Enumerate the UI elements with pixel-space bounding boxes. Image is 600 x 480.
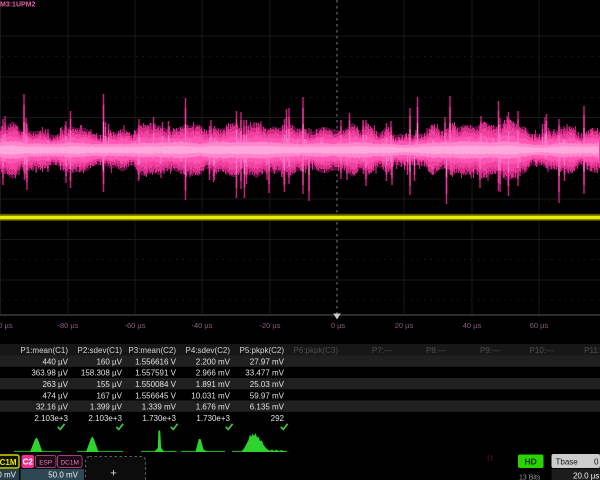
svg-text:P11:---: P11:--- [584, 346, 600, 355]
svg-text:40 µs: 40 µs [463, 321, 482, 330]
svg-text:2.103e+3: 2.103e+3 [34, 414, 68, 423]
svg-text:27.97 mV: 27.97 mV [250, 357, 285, 366]
svg-text:1.339 mV: 1.339 mV [142, 403, 177, 412]
svg-text:M3:1UPM2: M3:1UPM2 [0, 2, 36, 9]
svg-text:2.103e+3: 2.103e+3 [88, 414, 122, 423]
svg-text:P6:pkpk(C3): P6:pkpk(C3) [294, 346, 339, 355]
svg-text:P5:pkpk(C2): P5:pkpk(C2) [240, 346, 285, 355]
svg-text:155 µV: 155 µV [96, 380, 122, 389]
svg-text:10.031 mV: 10.031 mV [191, 391, 230, 400]
svg-text:P8:---: P8:--- [426, 346, 446, 355]
svg-text:HD: HD [525, 456, 537, 466]
svg-text:1.556616 V: 1.556616 V [135, 357, 177, 366]
svg-text:0 µs: 0 µs [331, 321, 346, 330]
svg-text:P1:mean(C1): P1:mean(C1) [20, 346, 68, 355]
svg-text:13 Bits: 13 Bits [519, 475, 541, 480]
svg-text:ESP: ESP [39, 459, 52, 466]
svg-text:-60 µs: -60 µs [125, 321, 146, 330]
svg-text:1.730e+3: 1.730e+3 [142, 414, 176, 423]
svg-text:-40 µs: -40 µs [192, 321, 213, 330]
svg-text:-20 µs: -20 µs [260, 321, 281, 330]
svg-text:P2:sdev(C1): P2:sdev(C1) [78, 346, 123, 355]
svg-text:1.399 µV: 1.399 µV [90, 403, 123, 412]
svg-text:474 µV: 474 µV [42, 391, 68, 400]
svg-text:P9:---: P9:--- [480, 346, 500, 355]
svg-text:363.98 µV: 363.98 µV [31, 369, 68, 378]
svg-text:2.200 mV: 2.200 mV [196, 357, 231, 366]
svg-text:6.135 mV: 6.135 mV [250, 403, 285, 412]
svg-text:1.730e+3: 1.730e+3 [196, 414, 230, 423]
svg-text:33.477 mV: 33.477 mV [245, 369, 284, 378]
svg-text:-100 µs: -100 µs [0, 321, 13, 330]
svg-text:32.16 µV: 32.16 µV [36, 403, 69, 412]
svg-text:167 µV: 167 µV [96, 391, 122, 400]
svg-text:263 µV: 263 µV [42, 380, 68, 389]
svg-text:160 µV: 160 µV [96, 357, 122, 366]
svg-text:0: 0 [594, 457, 599, 466]
svg-text:P4:sdev(C2): P4:sdev(C2) [186, 346, 231, 355]
svg-text:-80 µs: -80 µs [58, 321, 79, 330]
svg-text:292: 292 [271, 414, 285, 423]
svg-text:+: + [110, 468, 116, 480]
svg-text:DC1M: DC1M [60, 459, 78, 466]
svg-text:1.556645 V: 1.556645 V [135, 391, 177, 400]
svg-text:59.97 mV: 59.97 mV [250, 391, 285, 400]
svg-text:440 µV: 440 µV [42, 357, 68, 366]
svg-text:1.557591 V: 1.557591 V [135, 369, 177, 378]
svg-text:20.0 µs: 20.0 µs [573, 471, 599, 480]
svg-text:0 mV: 0 mV [0, 470, 17, 479]
svg-text:Tbase: Tbase [556, 457, 579, 466]
svg-text:P10:---: P10:--- [530, 346, 555, 355]
svg-text:20 µs: 20 µs [395, 321, 414, 330]
svg-text:P3:mean(C2): P3:mean(C2) [128, 346, 176, 355]
svg-text:P7:---: P7:--- [372, 346, 392, 355]
svg-text:C1M: C1M [0, 458, 17, 467]
svg-text:158.308 µV: 158.308 µV [81, 369, 123, 378]
svg-text:2.966 mV: 2.966 mV [196, 369, 231, 378]
svg-text:1.550084 V: 1.550084 V [135, 380, 177, 389]
svg-text:1.891 mV: 1.891 mV [196, 380, 231, 389]
svg-text:60 µs: 60 µs [530, 321, 549, 330]
svg-text:25.03 mV: 25.03 mV [250, 380, 285, 389]
svg-text:50.0 mV: 50.0 mV [48, 470, 78, 479]
svg-text:C2: C2 [23, 458, 34, 467]
svg-text:1.676 mV: 1.676 mV [196, 403, 231, 412]
